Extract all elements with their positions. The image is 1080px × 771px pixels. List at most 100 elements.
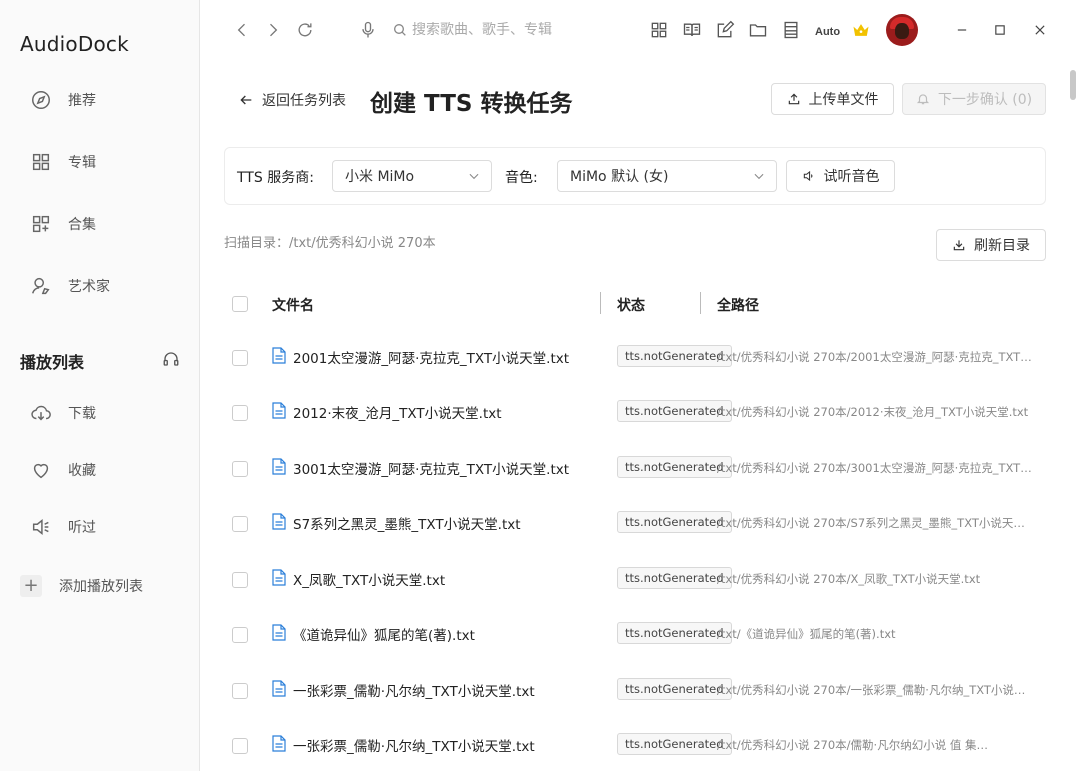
row-checkbox[interactable] [232, 405, 248, 421]
row-checkbox[interactable] [232, 461, 248, 477]
table-row[interactable]: 3001太空漫游_阿瑟·克拉克_TXT小说天堂.txt tts.notGener… [224, 442, 1046, 497]
table-row[interactable]: X_凤歌_TXT小说天堂.txt tts.notGenerated /txt/优… [224, 553, 1046, 608]
column-divider[interactable] [700, 292, 701, 314]
file-icon [272, 402, 286, 419]
sidebar-item-recommend[interactable]: 推荐 [30, 85, 96, 115]
sidebar-item-label: 下载 [68, 406, 96, 422]
table-row[interactable]: 一张彩票_儒勒·凡尔纳_TXT小说天堂.txt tts.notGenerated… [224, 664, 1046, 719]
status-badge: tts.notGenerated [617, 678, 732, 700]
status-badge: tts.notGenerated [617, 345, 732, 367]
sidebar-item-downloads[interactable]: 下载 [30, 398, 96, 428]
maximize-icon[interactable] [988, 18, 1012, 42]
refresh-directory-button[interactable]: 刷新目录 [936, 229, 1046, 261]
search-input[interactable] [412, 22, 582, 38]
row-checkbox[interactable] [232, 627, 248, 643]
file-path: /txt/优秀科幻小说 270本/S7系列之黑灵_墨熊_TXT小说天… [717, 516, 1025, 530]
voice-select[interactable]: MiMo 默认 (女) [557, 160, 777, 192]
scrollbar[interactable] [1070, 70, 1076, 770]
microphone-icon[interactable] [356, 18, 380, 42]
headphones-icon[interactable] [162, 350, 180, 368]
sidebar-item-artists[interactable]: 艺术家 [30, 271, 110, 301]
status-badge: tts.notGenerated [617, 567, 732, 589]
sidebar-item-collections[interactable]: 合集 [30, 209, 96, 239]
speaker-icon [803, 170, 812, 182]
table-row[interactable]: 《道诡异仙》狐尾的笔(著).txt tts.notGenerated /txt/… [224, 608, 1046, 663]
edit-icon[interactable] [713, 18, 737, 42]
voice-label: 音色: [505, 170, 538, 186]
upload-file-button[interactable]: 上传单文件 [771, 83, 894, 115]
column-header-path[interactable]: 全路径 [717, 295, 759, 315]
close-icon[interactable] [1028, 18, 1052, 42]
next-step-button[interactable]: 下一步确认 (0) [902, 83, 1046, 115]
status-badge: tts.notGenerated [617, 400, 732, 422]
compass-icon [30, 89, 52, 111]
arrow-left-icon [240, 95, 252, 105]
sidebar-item-label: 合集 [68, 217, 96, 233]
table-row[interactable]: S7系列之黑灵_墨熊_TXT小说天堂.txt tts.notGenerated … [224, 497, 1046, 552]
select-all-checkbox[interactable] [232, 296, 248, 312]
grid-icon [30, 151, 52, 173]
sidebar-item-label: 专辑 [68, 155, 96, 171]
file-icon [272, 458, 286, 475]
search-box [392, 16, 592, 44]
film-icon[interactable] [779, 18, 803, 42]
refresh-icon[interactable] [293, 18, 317, 42]
heart-icon [30, 459, 52, 481]
back-to-tasks-link[interactable]: 返回任务列表 [238, 89, 346, 111]
sidebar-item-favorites[interactable]: 收藏 [30, 455, 96, 485]
add-playlist-button[interactable]: + 添加播放列表 [20, 573, 143, 599]
collection-icon [30, 213, 52, 235]
preview-voice-button[interactable]: 试听音色 [786, 160, 895, 192]
avatar[interactable] [886, 14, 918, 46]
scan-directory-text: 扫描目录：/txt/优秀科幻小说 270本 [224, 236, 436, 251]
table-row[interactable]: 2012·末夜_沧月_TXT小说天堂.txt tts.notGenerated … [224, 386, 1046, 441]
apps-grid-icon[interactable] [647, 18, 671, 42]
back-arrow-icon[interactable] [230, 18, 254, 42]
status-badge: tts.notGenerated [617, 456, 732, 478]
main-content: 返回任务列表 创建 TTS 转换任务 上传单文件 下一步确认 (0) TTS 服… [200, 60, 1066, 771]
forward-arrow-icon[interactable] [261, 18, 285, 42]
sidebar-item-label: 听过 [68, 520, 96, 536]
row-checkbox[interactable] [232, 516, 248, 532]
provider-label: TTS 服务商: [237, 170, 314, 186]
voice-value: MiMo 默认 (女) [570, 169, 669, 185]
provider-value: 小米 MiMo [345, 169, 415, 185]
folder-icon[interactable] [746, 18, 770, 42]
table-row[interactable]: 一张彩票_儒勒·凡尔纳_TXT小说天堂.txt tts.notGenerated… [224, 719, 1046, 771]
table-header: 文件名 状态 全路径 [224, 284, 1046, 324]
row-checkbox[interactable] [232, 572, 248, 588]
file-icon [272, 680, 286, 697]
minimize-icon[interactable] [950, 18, 974, 42]
file-name: X_凤歌_TXT小说天堂.txt [293, 573, 446, 589]
sidebar-item-albums[interactable]: 专辑 [30, 147, 96, 177]
row-checkbox[interactable] [232, 738, 248, 754]
file-path: /txt/优秀科幻小说 270本/儒勒·凡尔纳幻小说 值 集… [717, 738, 989, 752]
app-name: AudioDock [20, 32, 129, 56]
crown-icon[interactable] [849, 18, 873, 42]
row-checkbox[interactable] [232, 683, 248, 699]
column-header-filename[interactable]: 文件名 [272, 295, 314, 315]
column-header-status[interactable]: 状态 [617, 295, 645, 315]
row-checkbox[interactable] [232, 350, 248, 366]
preview-voice-label: 试听音色 [823, 169, 880, 185]
provider-select[interactable]: 小米 MiMo [332, 160, 492, 192]
file-path: /txt/优秀科幻小说 270本/一张彩票_儒勒·凡尔纳_TXT小说… [717, 683, 1026, 697]
plus-icon: + [20, 575, 42, 597]
next-step-label: 下一步确认 (0) [937, 92, 1033, 108]
upload-icon [788, 93, 799, 105]
file-name: 一张彩票_儒勒·凡尔纳_TXT小说天堂.txt [293, 739, 535, 755]
download-icon [953, 240, 965, 251]
status-badge: tts.notGenerated [617, 511, 732, 533]
sidebar-item-label: 收藏 [68, 463, 96, 479]
book-icon[interactable] [680, 18, 704, 42]
column-divider[interactable] [600, 292, 601, 314]
theme-auto-label[interactable]: Auto [815, 26, 840, 38]
sidebar-item-history[interactable]: 听过 [30, 512, 96, 542]
file-icon [272, 347, 286, 364]
table-row[interactable]: 2001太空漫游_阿瑟·克拉克_TXT小说天堂.txt tts.notGener… [224, 331, 1046, 386]
file-path: /txt/优秀科幻小说 270本/3001太空漫游_阿瑟·克拉克_TXT… [717, 461, 1032, 475]
file-name: 《道诡异仙》狐尾的笔(著).txt [293, 628, 475, 644]
chevron-down-icon [754, 173, 764, 180]
file-path: /txt/优秀科幻小说 270本/2001太空漫游_阿瑟·克拉克_TXT… [717, 350, 1032, 364]
scrollbar-thumb[interactable] [1070, 70, 1076, 100]
